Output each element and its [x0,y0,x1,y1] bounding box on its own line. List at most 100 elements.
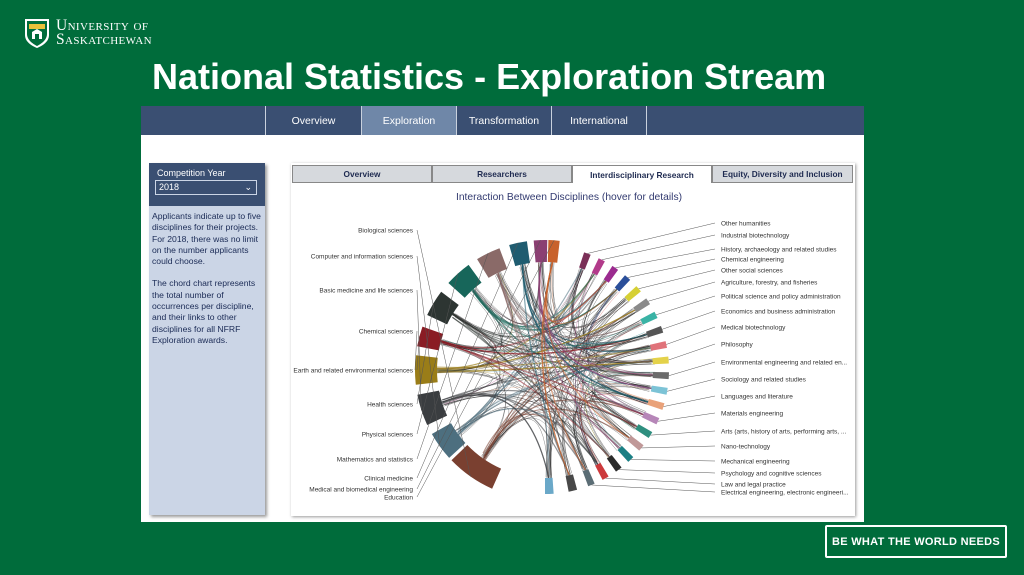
left-discipline-10-label: Education [384,495,413,502]
left-discipline-3-arc [415,355,438,385]
right-discipline-12-arc [647,398,665,410]
left-discipline-9-arc [533,240,548,263]
right-discipline-0-arc [579,252,591,270]
right-discipline-10-arc [652,371,669,380]
right-discipline-3-label: Chemical engineering [721,257,784,264]
tab-international[interactable]: International [551,106,647,135]
left-discipline-0-arc [451,445,502,489]
right-discipline-2-arc [603,265,619,283]
right-discipline-17-label: Psychology and cognitive sciences [721,471,822,478]
right-discipline-18-leader [605,477,716,485]
right-discipline-6-arc [640,311,658,325]
right-discipline-16-label: Mechanical engineering [721,459,790,466]
left-discipline-3-label: Chemical sciences [359,329,414,336]
tagline-badge: BE WHAT THE WORLD NEEDS [825,525,1007,558]
university-name-line2: Saskatchewan [56,31,152,48]
right-discipline-5-leader [648,281,716,302]
right-discipline-9-leader [668,343,716,361]
right-discipline-2-label: History, archaeology and related studies [721,247,837,254]
description-paragraph-2: The chord chart represents the total num… [152,278,256,345]
right-discipline-7-leader [662,310,716,330]
left-discipline-2-arc [417,390,448,425]
right-discipline-2-leader [615,248,716,269]
right-discipline-12-label: Languages and literature [721,394,793,401]
right-discipline-15-label: Nano-technology [721,444,771,451]
chart-panel: Overview Researchers Interdisciplinary R… [291,163,855,516]
slide-title: National Statistics - Exploration Stream [152,56,827,97]
right-discipline-14-leader [650,430,716,436]
right-discipline-8-leader [666,326,716,345]
right-discipline-4-label: Other social sciences [721,268,784,275]
right-discipline-5-arc [633,298,651,313]
right-discipline-10-leader [668,361,716,376]
right-discipline-9-label: Philosophy [721,342,754,349]
right-discipline-10-label: Environmental engineering and related en… [721,360,847,367]
right-discipline-7-arc [645,326,664,338]
right-discipline-16-leader [630,459,716,462]
chevron-down-icon: ⌄ [244,182,252,192]
left-discipline-1-label: Computer and information sciences [311,254,414,261]
right-discipline-8-label: Medical biotechnology [721,325,786,332]
top-tab-bar: Overview Exploration Transformation Inte… [141,106,864,135]
right-discipline-18-arc [595,462,609,480]
right-discipline-1-leader [601,234,716,261]
right-discipline-4-arc [624,286,641,302]
right-discipline-9-arc [652,356,669,365]
left-discipline-7-label: Mathematics and statistics [337,457,414,464]
right-discipline-5-label: Agriculture, forestry, and fisheries [721,280,818,287]
bottom-arc-1-arc [565,474,578,492]
right-discipline-11-leader [667,378,716,392]
right-discipline-19-arc [582,468,595,487]
tab-overview[interactable]: Overview [265,106,361,135]
chord-link [549,261,584,318]
left-discipline-6-label: Physical sciences [362,432,414,439]
right-discipline-8-arc [650,341,668,351]
bottom-arc-0-arc [545,477,554,494]
right-discipline-17-leader [618,469,716,474]
university-logo: University of Saskatchewan [24,17,152,49]
left-discipline-9-label: Medical and biomedical engineering [309,487,413,494]
dashboard-card: Overview Exploration Transformation Inte… [141,106,864,522]
tab-exploration[interactable]: Exploration [361,106,456,135]
competition-year-select[interactable]: 2018 ⌄ [155,180,257,195]
right-discipline-18-label: Law and legal practice [721,482,786,489]
chord-chart[interactable]: Biological sciences Computer and informat… [291,163,855,516]
university-crest-icon [25,19,49,48]
right-discipline-12-leader [663,395,716,407]
right-discipline-19-leader [591,484,716,493]
right-discipline-13-leader [657,412,716,422]
left-discipline-2-label: Basic medicine and life sciences [319,288,413,295]
right-discipline-15-leader [641,445,716,449]
competition-year-filter: Competition Year 2018 ⌄ [149,163,265,206]
description-paragraph-1: Applicants indicate up to five disciplin… [152,211,261,267]
right-discipline-3-leader [627,258,716,278]
description-text: Applicants indicate up to five disciplin… [152,211,264,357]
left-discipline-7-arc [477,248,508,278]
right-discipline-1-arc [591,258,605,276]
right-discipline-6-leader [655,295,716,316]
right-discipline-14-label: Arts (arts, history of arts, performing … [721,429,847,436]
right-discipline-14-arc [635,424,653,439]
right-discipline-6-label: Political science and policy administrat… [721,294,841,301]
right-discipline-13-label: Materials engineering [721,411,784,418]
left-discipline-5-arc [427,291,459,325]
filter-panel: Competition Year 2018 ⌄ Applicants indic… [149,163,265,515]
right-discipline-19-label: Electrical engineering, electronic engin… [721,490,849,497]
tab-transformation[interactable]: Transformation [456,106,551,135]
right-discipline-15-arc [627,435,644,451]
competition-year-value: 2018 [159,182,180,192]
left-discipline-8-arc [509,241,530,267]
right-discipline-13-arc [642,411,660,425]
right-discipline-7-label: Economics and business administration [721,309,836,316]
left-discipline-4-label: Earth and related environmental sciences [293,368,413,375]
left-discipline-0-label: Biological sciences [358,228,414,235]
competition-year-label: Competition Year [157,168,226,178]
right-discipline-17-arc [606,454,622,472]
left-discipline-5-label: Health sciences [367,402,414,409]
chord-link [521,261,621,452]
right-discipline-11-arc [650,385,668,395]
left-discipline-8-label: Clinical medicine [364,476,413,483]
right-discipline-1-label: Industrial biotechnology [721,233,790,240]
university-name: University of Saskatchewan [56,18,152,48]
right-discipline-11-label: Sociology and related studies [721,377,807,384]
